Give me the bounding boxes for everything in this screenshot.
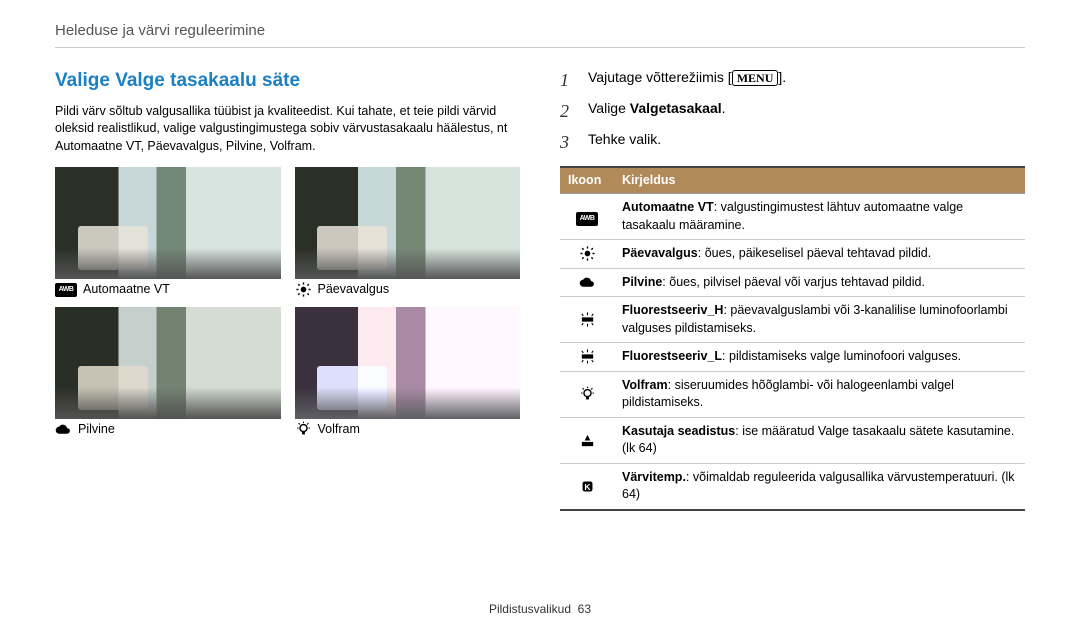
row-desc-cell: Automaatne VT: valgustingimustest lähtuv… bbox=[614, 194, 1025, 240]
step-num-1: 1 bbox=[560, 68, 578, 93]
row-icon-cell bbox=[560, 343, 614, 372]
row-desc-cell: Pilvine: õues, pilvisel päeval või varju… bbox=[614, 268, 1025, 297]
caption-cloudy: Pilvine bbox=[78, 421, 115, 439]
caption-daylight: Päevavalgus bbox=[318, 281, 390, 299]
step-3: Tehke valik. bbox=[588, 130, 661, 150]
row-term: Pilvine bbox=[622, 275, 662, 289]
row-icon-cell bbox=[560, 371, 614, 417]
row-icon-cell bbox=[560, 240, 614, 269]
step-2-suffix: . bbox=[722, 100, 726, 116]
table-row: Volfram: siseruumides hõõglambi- või hal… bbox=[560, 371, 1025, 417]
sample-image-daylight bbox=[295, 167, 521, 279]
cloud-icon bbox=[55, 421, 72, 438]
sample-image-awb bbox=[55, 167, 281, 279]
table-row: AWB Automaatne VT: valgustingimustest läh… bbox=[560, 194, 1025, 240]
row-text: : siseruumides hõõglambi- või halogeenla… bbox=[622, 378, 954, 410]
th-icon: Ikoon bbox=[560, 167, 614, 194]
row-icon-cell: K bbox=[560, 463, 614, 510]
row-icon-cell bbox=[560, 297, 614, 343]
table-row: Päevavalgus: õues, päikeselisel päeval t… bbox=[560, 240, 1025, 269]
row-text: : õues, päikeselisel päeval tehtavad pil… bbox=[698, 246, 931, 260]
footer-page: 63 bbox=[578, 602, 591, 616]
table-row: Pilvine: õues, pilvisel päeval või varju… bbox=[560, 268, 1025, 297]
row-desc-cell: Kasutaja seadistus: ise määratud Valge t… bbox=[614, 417, 1025, 463]
row-icon-cell bbox=[560, 417, 614, 463]
wb-table: Ikoon Kirjeldus AWB Automaatne VT: valgus… bbox=[560, 166, 1025, 511]
table-row: Kasutaja seadistus: ise määratud Valge t… bbox=[560, 417, 1025, 463]
footer-label: Pildistusvalikud bbox=[489, 602, 571, 616]
sun-icon bbox=[295, 281, 312, 298]
awb-icon: AWB bbox=[576, 212, 598, 226]
row-term: Fluorestseeriv_L bbox=[622, 349, 722, 363]
row-text: : pildistamiseks valge luminofoori valgu… bbox=[722, 349, 961, 363]
svg-text:K: K bbox=[584, 482, 591, 492]
row-term: Värvitemp. bbox=[622, 470, 686, 484]
step-1-suffix: ]. bbox=[778, 69, 786, 85]
sample-image-cloudy bbox=[55, 307, 281, 419]
row-desc-cell: Volfram: siseruumides hõõglambi- või hal… bbox=[614, 371, 1025, 417]
section-title: Valige Valge tasakaalu säte bbox=[55, 68, 520, 95]
step-num-3: 3 bbox=[560, 130, 578, 155]
kelvin-icon: K bbox=[579, 478, 596, 495]
step-2-bold: Valgetasakaal bbox=[630, 100, 722, 116]
step-num-2: 2 bbox=[560, 99, 578, 124]
caption-awb: Automaatne VT bbox=[83, 281, 170, 299]
row-term: Päevavalgus bbox=[622, 246, 698, 260]
fluorescent-icon bbox=[579, 311, 596, 328]
fluorescent-icon bbox=[579, 348, 596, 365]
caption-tungsten: Volfram bbox=[318, 421, 360, 439]
table-row: Fluorestseeriv_H: päevavalguslambi või 3… bbox=[560, 297, 1025, 343]
row-icon-cell bbox=[560, 268, 614, 297]
image-grid: AWB Automaatne VT Päevavalgus Pilvine bbox=[55, 167, 520, 438]
row-term: Fluorestseeriv_H bbox=[622, 303, 723, 317]
row-term: Kasutaja seadistus bbox=[622, 424, 735, 438]
row-desc-cell: Päevavalgus: õues, päikeselisel päeval t… bbox=[614, 240, 1025, 269]
intro-text: Pildi värv sõltub valgusallika tüübist j… bbox=[55, 103, 520, 156]
right-column: 1 Vajutage võtterežiimis [MENU]. 2 Valig… bbox=[560, 68, 1025, 511]
row-desc-cell: Fluorestseeriv_L: pildistamiseks valge l… bbox=[614, 343, 1025, 372]
cloud-icon bbox=[579, 274, 596, 291]
sample-image-tungsten bbox=[295, 307, 521, 419]
custom-icon bbox=[579, 432, 596, 449]
row-icon-cell: AWB bbox=[560, 194, 614, 240]
step-1: Vajutage võtterežiimis [MENU]. bbox=[588, 68, 786, 88]
row-term: Volfram bbox=[622, 378, 668, 392]
row-desc-cell: Värvitemp.: võimaldab reguleerida valgus… bbox=[614, 463, 1025, 510]
row-term: Automaatne VT bbox=[622, 200, 714, 214]
table-row: Fluorestseeriv_L: pildistamiseks valge l… bbox=[560, 343, 1025, 372]
page-footer: Pildistusvalikud 63 bbox=[0, 601, 1080, 618]
th-desc: Kirjeldus bbox=[614, 167, 1025, 194]
bulb-icon bbox=[295, 421, 312, 438]
step-2-prefix: Valige bbox=[588, 100, 630, 116]
sun-icon bbox=[579, 245, 596, 262]
step-2: Valige Valgetasakaal. bbox=[588, 99, 726, 119]
awb-icon: AWB bbox=[55, 283, 77, 297]
table-row: K Värvitemp.: võimaldab reguleerida valgu… bbox=[560, 463, 1025, 510]
page-header: Heleduse ja värvi reguleerimine bbox=[55, 20, 1025, 48]
left-column: Valige Valge tasakaalu säte Pildi värv s… bbox=[55, 68, 520, 511]
row-desc-cell: Fluorestseeriv_H: päevavalguslambi või 3… bbox=[614, 297, 1025, 343]
menu-button-label: MENU bbox=[732, 70, 779, 86]
row-text: : õues, pilvisel päeval või varjus tehta… bbox=[662, 275, 925, 289]
bulb-icon bbox=[579, 386, 596, 403]
step-1-prefix: Vajutage võtterežiimis [ bbox=[588, 69, 732, 85]
